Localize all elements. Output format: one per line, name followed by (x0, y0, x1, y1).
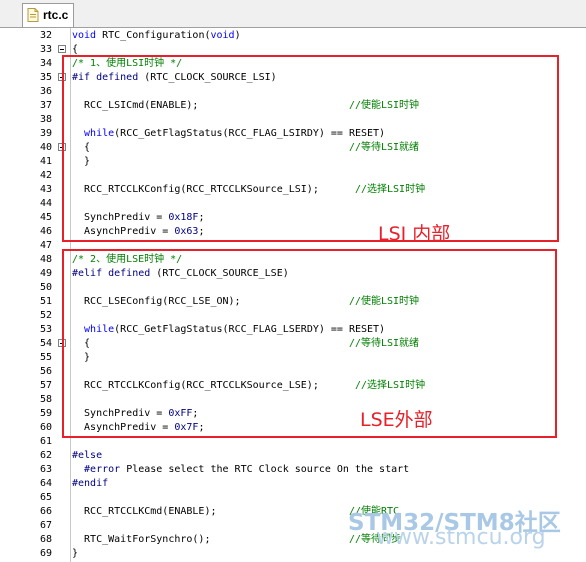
code-line[interactable]: 32 void RTC_Configuration(void) (0, 29, 586, 43)
line-number: 61 (39, 436, 52, 447)
code-line[interactable]: 62 #else (0, 449, 586, 463)
line-number: 64 (39, 478, 52, 489)
line-number: 63 (39, 464, 52, 475)
line-number: 47 (39, 240, 52, 251)
code-token: void (210, 30, 235, 41)
tab-label: rtc.c (43, 8, 69, 22)
code-text: #else (72, 449, 102, 463)
line-number: 52 (39, 310, 52, 321)
line-number: 34 (39, 58, 52, 69)
code-text: #endif (72, 477, 108, 491)
line-number: 45 (39, 212, 52, 223)
code-token: RTC_WaitForSynchro(); (72, 534, 349, 545)
line-number: 37 (39, 100, 52, 111)
line-number: 57 (39, 380, 52, 391)
code-text: void RTC_Configuration(void) (72, 29, 241, 43)
line-number: 65 (39, 492, 52, 503)
code-line[interactable]: 64 #endif (0, 477, 586, 491)
code-text: #error Please select the RTC Clock sourc… (72, 463, 409, 477)
line-number: 59 (39, 408, 52, 419)
line-number: 43 (39, 184, 52, 195)
line-number: 46 (39, 226, 52, 237)
line-number: 48 (39, 254, 52, 265)
line-number: 53 (39, 324, 52, 335)
fold-toggle-icon[interactable] (58, 45, 66, 53)
code-text: } (72, 547, 78, 561)
code-token: RCC_RTCCLKCmd(ENABLE); (72, 506, 349, 517)
line-number: 54 (39, 338, 52, 349)
code-token: } (72, 548, 79, 559)
line-number: 41 (39, 156, 52, 167)
lsi-highlight-box (62, 55, 559, 242)
code-token: #endif (72, 478, 109, 489)
line-number: 58 (39, 394, 52, 405)
line-number: 35 (39, 72, 52, 83)
line-number: 69 (39, 548, 52, 559)
line-number: 66 (39, 506, 52, 517)
editor-tab-bar: rtc.c (0, 0, 586, 28)
line-number: 62 (39, 450, 52, 461)
line-number: 42 (39, 170, 52, 181)
tab-rtc-c[interactable]: rtc.c (22, 3, 74, 27)
line-number: 38 (39, 114, 52, 125)
lse-annotation: LSE外部 (360, 409, 433, 431)
code-token: #error (72, 464, 127, 475)
line-number: 68 (39, 534, 52, 545)
line-number: 36 (39, 86, 52, 97)
code-line[interactable]: 63 #error Please select the RTC Clock so… (0, 463, 586, 477)
lse-highlight-box (62, 249, 557, 438)
line-number: 67 (39, 520, 52, 531)
line-number: 55 (39, 352, 52, 363)
lsi-annotation: LSI 内部 (378, 223, 451, 245)
line-number: 39 (39, 128, 52, 139)
line-number: 33 (39, 44, 52, 55)
c-file-icon (27, 8, 39, 22)
code-token: ) (234, 30, 241, 41)
line-number: 44 (39, 198, 52, 209)
watermark-url: www.stmcu.org (376, 525, 546, 550)
line-number: 50 (39, 282, 52, 293)
line-number: 40 (39, 142, 52, 153)
code-token: { (72, 44, 79, 55)
line-number: 32 (39, 30, 52, 41)
line-number: 56 (39, 366, 52, 377)
code-token: #else (72, 450, 103, 461)
code-token: void (72, 30, 103, 41)
code-token: RTC_Configuration( (102, 30, 211, 41)
line-number: 49 (39, 268, 52, 279)
code-token: Please select the RTC Clock source On th… (126, 464, 410, 475)
line-number: 60 (39, 422, 52, 433)
line-number: 51 (39, 296, 52, 307)
